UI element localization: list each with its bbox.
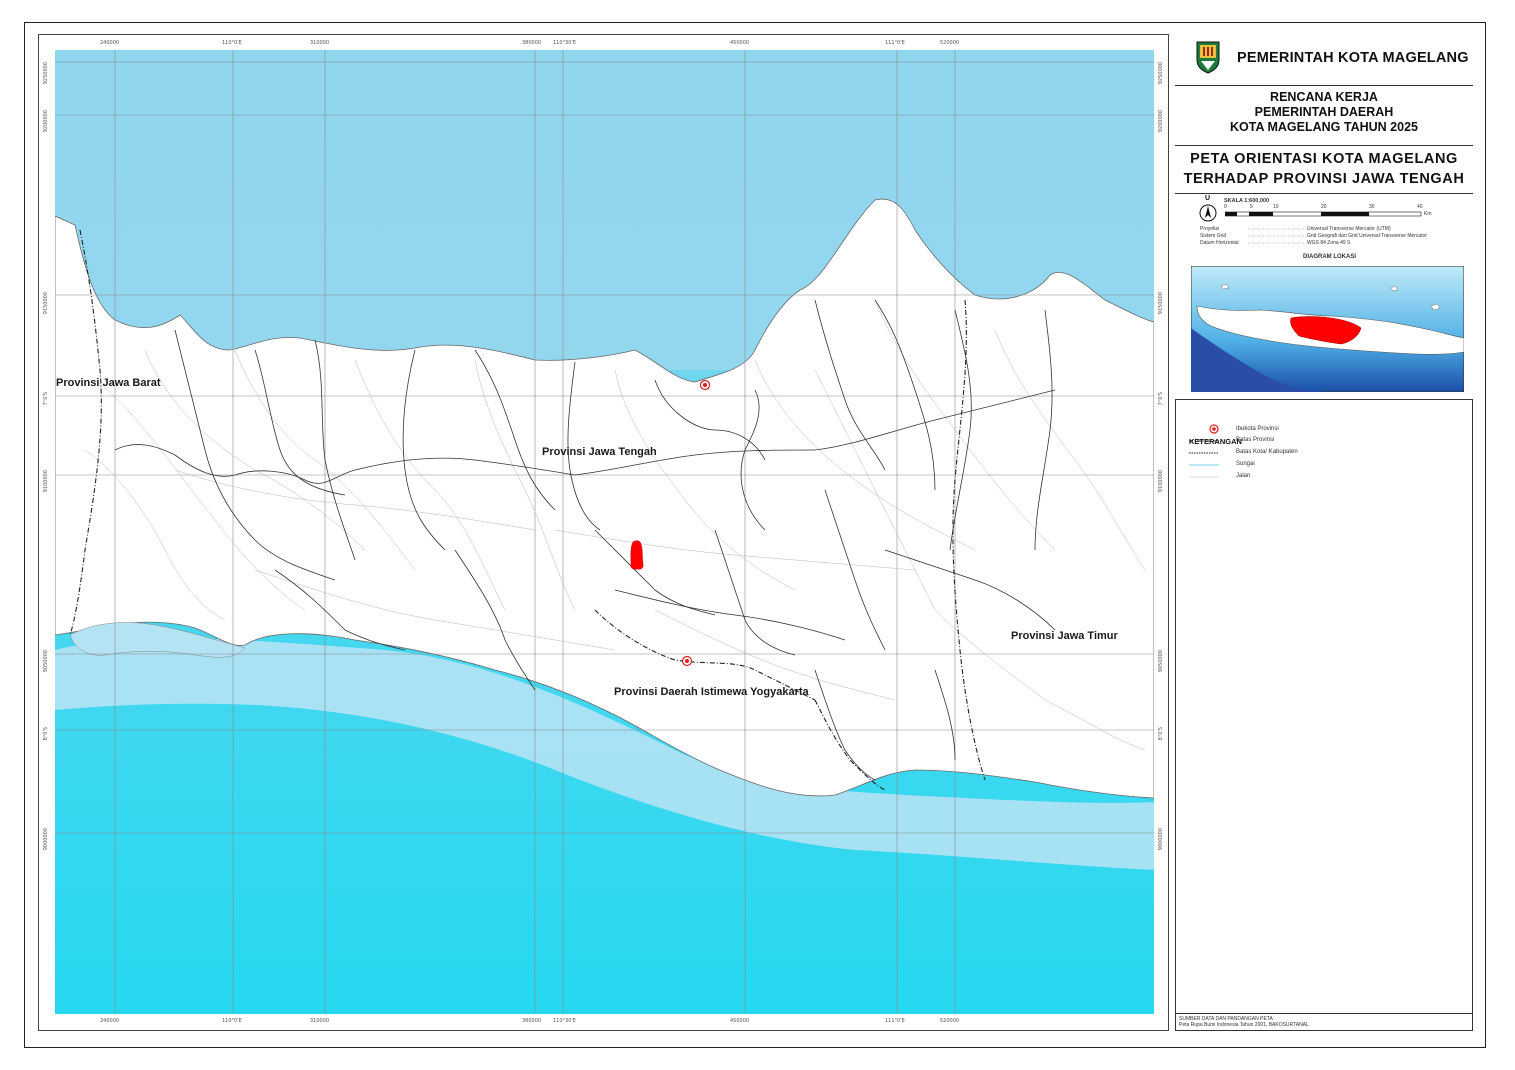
- tick-right-3: 9150000: [1158, 292, 1164, 315]
- main-map[interactable]: [55, 50, 1154, 1014]
- tick-bottom-8: 520000: [940, 1018, 960, 1024]
- tick-bottom-1: 240000: [100, 1018, 120, 1024]
- proj-val-2: Grid Geografi dan Grid Universal Transve…: [1307, 233, 1428, 239]
- legend-province-line: [1189, 440, 1219, 442]
- agency-name: PEMERINTAH KOTA MAGELANG: [1237, 50, 1469, 66]
- scale-tick-40: 40: [1417, 204, 1423, 210]
- tick-right-5: 9100000: [1158, 470, 1164, 493]
- plan-line-2: PEMERINTAH DAERAH: [1254, 105, 1394, 119]
- tick-bottom-5: 110°30'E: [553, 1018, 576, 1024]
- scale-tick-30: 30: [1369, 204, 1375, 210]
- tick-right-7: 8°0'S: [1158, 727, 1164, 741]
- scale-bar: [1225, 211, 1422, 217]
- proj-val-1: Universal Transverse Mercator (UTM): [1307, 226, 1391, 232]
- scale-unit: Km: [1424, 211, 1432, 217]
- scale-tick-0: 0: [1224, 204, 1227, 210]
- legend-capital-icon: [1209, 424, 1219, 434]
- label-diy: Provinsi Daerah Istimewa Yogyakarta: [614, 686, 809, 698]
- tick-top-3: 310000: [310, 40, 330, 46]
- legend-label-1: Ibukota Provinsi: [1236, 426, 1279, 432]
- tick-right-6: 9050000: [1158, 650, 1164, 673]
- tick-right-2: 9200000: [1158, 110, 1164, 133]
- legend-label-4: Sungai: [1236, 461, 1255, 467]
- tick-left-8: 9000000: [43, 828, 49, 851]
- tick-left-1: 9250000: [43, 62, 49, 85]
- capital-semarang[interactable]: [699, 379, 711, 391]
- tick-left-5: 9100000: [43, 470, 49, 493]
- kota-magelang-highlight[interactable]: [630, 540, 644, 570]
- plan-line-3: KOTA MAGELANG TAHUN 2025: [1230, 120, 1418, 134]
- tick-top-6: 450000: [730, 40, 750, 46]
- map-title-line-1: PETA ORIENTASI KOTA MAGELANG: [1190, 151, 1458, 167]
- tick-right-4: 7°0'S: [1158, 392, 1164, 406]
- plan-line-1: RENCANA KERJA: [1270, 90, 1378, 104]
- legend-road-line: [1189, 476, 1219, 478]
- tick-left-2: 9200000: [43, 110, 49, 133]
- legend-label-5: Jalan: [1236, 473, 1251, 479]
- legend-river-line: [1189, 464, 1219, 466]
- tick-top-5: 110°30'E: [553, 40, 576, 46]
- tick-top-1: 240000: [100, 40, 120, 46]
- label-jawa-barat: Provinsi Jawa Barat: [56, 377, 161, 389]
- tick-right-1: 9250000: [1158, 62, 1164, 85]
- tick-left-7: 8°0'S: [43, 727, 49, 741]
- tick-bottom-3: 310000: [310, 1018, 330, 1024]
- tick-bottom-6: 450000: [730, 1018, 750, 1024]
- label-jawa-timur: Provinsi Jawa Timur: [1011, 630, 1118, 642]
- tick-top-8: 520000: [940, 40, 960, 46]
- proj-key-1: Proyeksi: [1200, 226, 1220, 232]
- inset-title: DIAGRAM LOKASI: [1303, 254, 1356, 260]
- source-line-2: Peta Rupa Bumi Indonesia Tahun 2001, BAK…: [1179, 1022, 1309, 1028]
- tick-right-8: 9000000: [1158, 828, 1164, 851]
- legend-regency-line: [1189, 452, 1219, 454]
- proj-val-3: WGS 84 Zona 49 S: [1307, 240, 1351, 246]
- legend-label-2: Batas Provinsi: [1236, 437, 1275, 443]
- proj-dot-leaders: [1248, 228, 1306, 244]
- tick-bottom-4: 380000: [522, 1018, 542, 1024]
- tick-bottom-7: 111°0'E: [885, 1018, 905, 1024]
- capital-yogyakarta[interactable]: [681, 655, 693, 667]
- scale-tick-10: 10: [1273, 204, 1279, 210]
- tick-left-3: 9150000: [43, 292, 49, 315]
- tick-left-6: 9050000: [43, 650, 49, 673]
- tick-top-4: 380000: [522, 40, 542, 46]
- label-jawa-tengah: Provinsi Jawa Tengah: [542, 446, 657, 458]
- map-title-line-2: TERHADAP PROVINSI JAWA TENGAH: [1183, 171, 1465, 187]
- side-source-divider: [1175, 1013, 1473, 1014]
- logo-icon: [1196, 41, 1220, 74]
- scale-label: SKALA 1:600,000: [1224, 198, 1270, 204]
- tick-left-4: 7°0'S: [43, 392, 49, 406]
- legend-label-3: Batas Kota/ Kabupaten: [1236, 449, 1298, 455]
- scale-tick-20: 20: [1321, 204, 1327, 210]
- inset-location-map[interactable]: [1191, 266, 1464, 392]
- tick-top-2: 110°0'E: [222, 40, 242, 46]
- scale-tick-5: 5: [1250, 204, 1253, 210]
- tick-bottom-2: 110°0'E: [222, 1018, 242, 1024]
- north-letter: U: [1205, 195, 1211, 202]
- proj-key-3: Datum Horizontal: [1200, 240, 1239, 246]
- north-arrow-icon: [1199, 204, 1217, 222]
- proj-key-2: Sistem Grid: [1200, 233, 1227, 239]
- tick-top-7: 111°0'E: [885, 40, 905, 46]
